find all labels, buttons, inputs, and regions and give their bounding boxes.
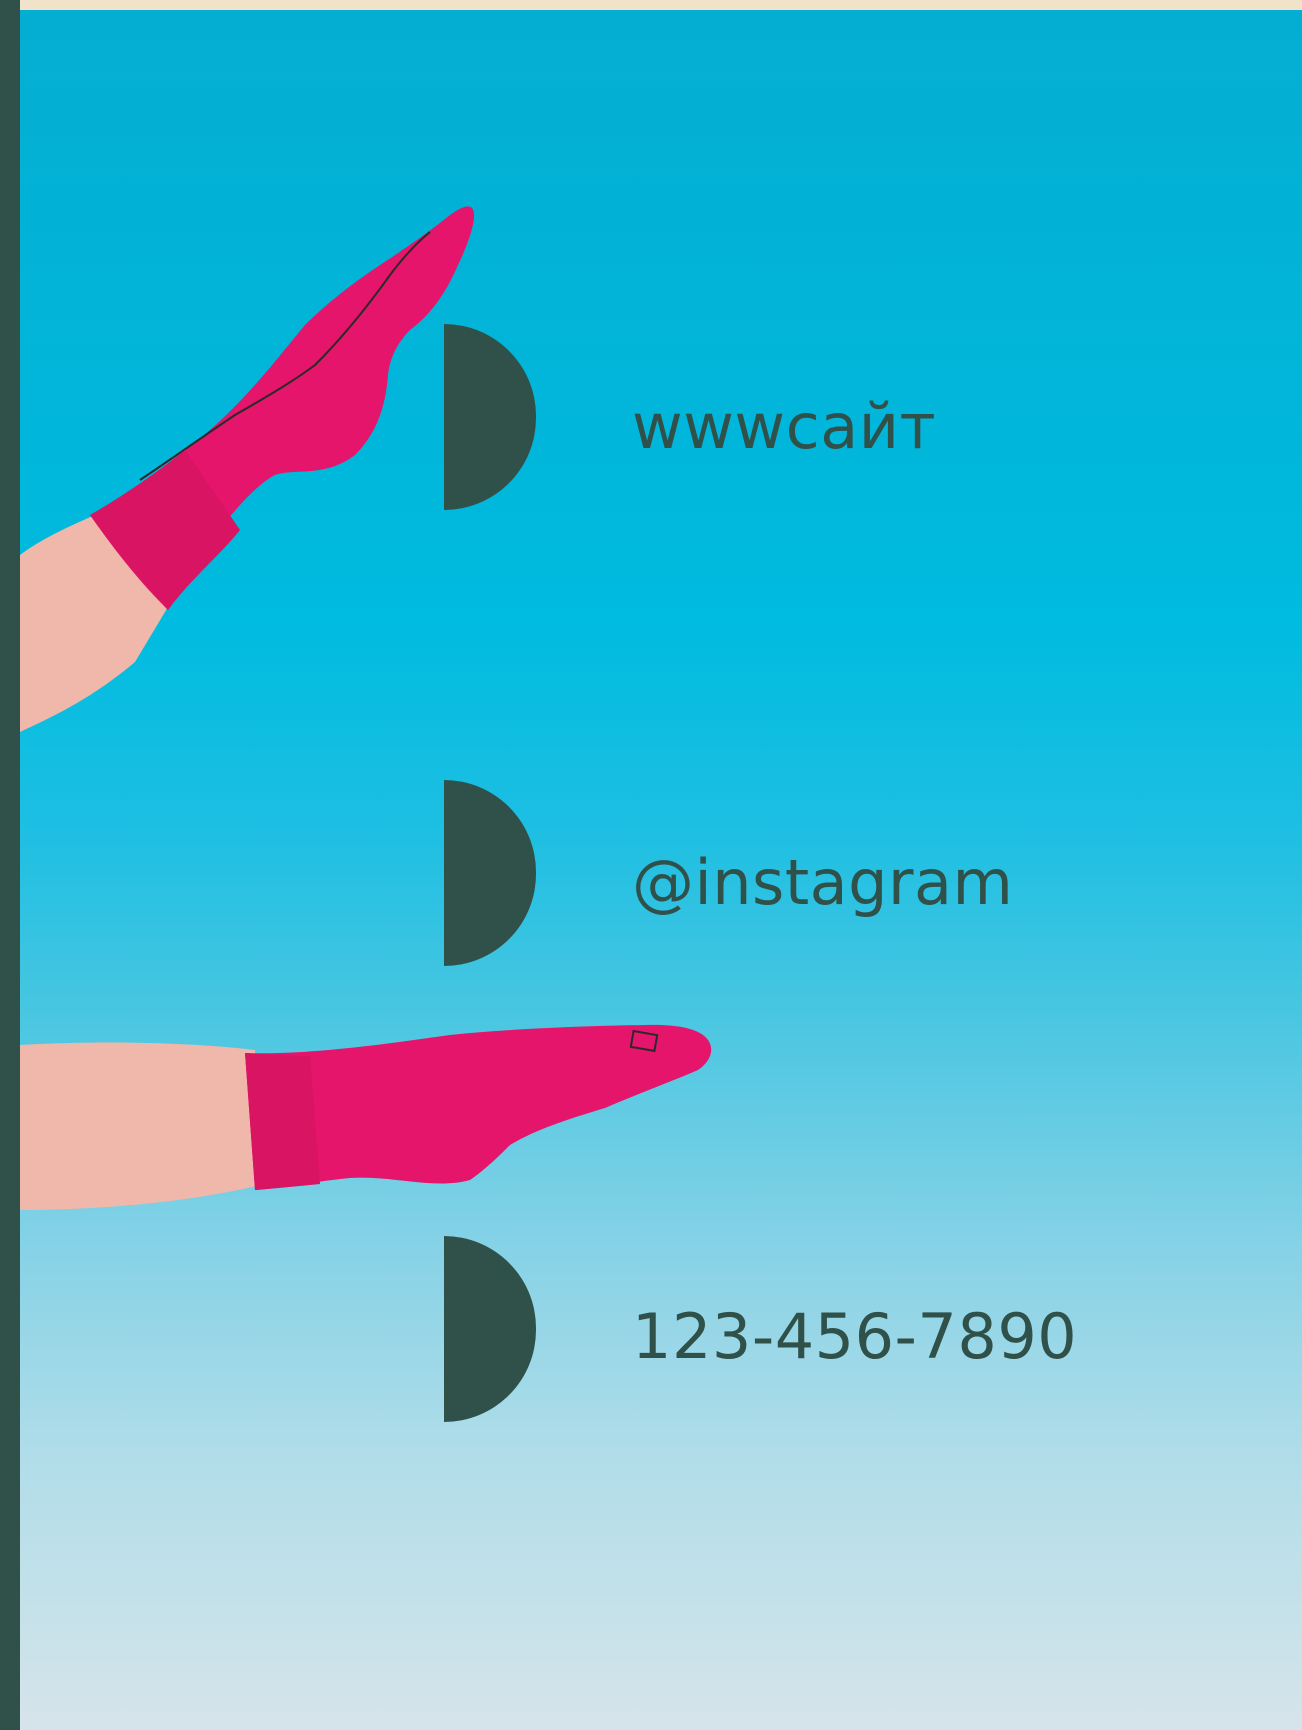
instagram-text[interactable]: @instagram: [632, 852, 1013, 914]
lower-leg-skin: [20, 1042, 260, 1210]
phone-text[interactable]: 123-456-7890: [632, 1306, 1077, 1368]
sky-background: wwwсайт @instagram 123-456-7890: [20, 10, 1302, 1730]
left-accent-bar: [0, 0, 20, 1730]
lower-sock-cuff: [245, 1053, 320, 1190]
top-accent-stripe: [20, 0, 1302, 10]
website-text[interactable]: wwwсайт: [632, 396, 936, 458]
contact-card-page: wwwсайт @instagram 123-456-7890: [0, 0, 1302, 1730]
